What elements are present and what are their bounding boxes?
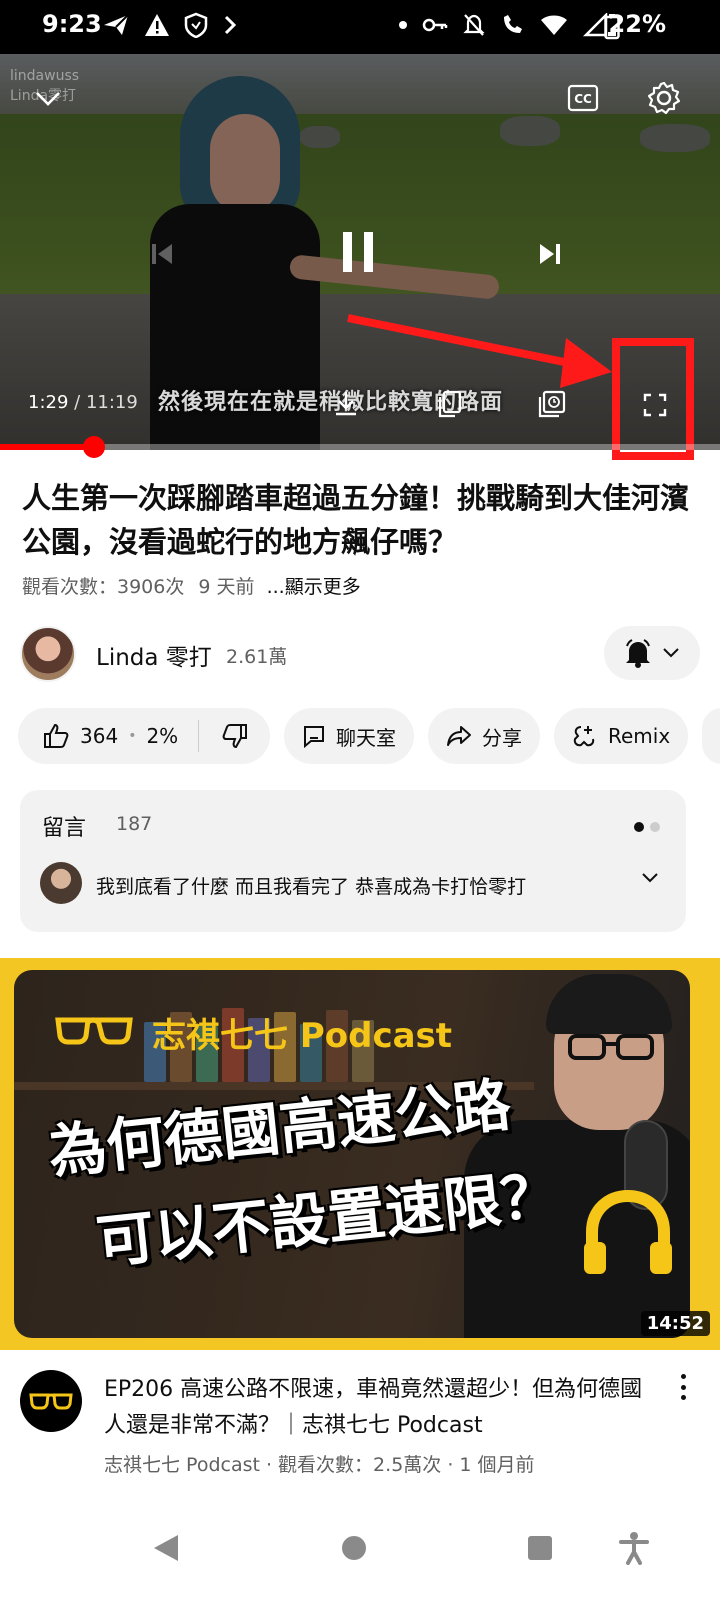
next-video-thumbnail[interactable]: 志祺七七 Podcast 為何德國高速公路 可以不設置速限？ 14:52: [0, 958, 720, 1350]
pause-icon: [343, 232, 373, 272]
share-label: 分享: [482, 725, 522, 750]
dot-icon: [399, 21, 407, 29]
glasses-logo-icon: [29, 1393, 73, 1410]
upload-age: 9 天前: [198, 576, 255, 598]
minimize-button[interactable]: [30, 84, 66, 114]
bell-icon: [626, 639, 650, 668]
settings-icon: [647, 81, 681, 115]
clip-button[interactable]: [434, 388, 466, 420]
home-circle-icon: [342, 1536, 366, 1560]
nav-home-button[interactable]: [330, 1524, 378, 1572]
remix-button[interactable]: Remix: [554, 708, 689, 764]
previous-icon: [152, 244, 172, 264]
wifi-call-icon: [504, 15, 522, 33]
chat-button[interactable]: 聊天室: [284, 708, 414, 764]
recents-square-icon: [528, 1536, 552, 1560]
total-duration: / 11:19: [74, 392, 138, 413]
remix-icon: [573, 726, 595, 747]
accessibility-button[interactable]: [610, 1524, 658, 1572]
like-dislike-pill: 364 • 2%: [18, 708, 270, 764]
cc-icon: CC: [567, 84, 599, 112]
svg-text:CC: CC: [574, 92, 592, 106]
thumbs-up-icon[interactable]: [42, 722, 70, 750]
status-time: 9:23: [42, 10, 102, 38]
back-triangle-icon: [154, 1535, 178, 1561]
progress-fill: [0, 444, 95, 450]
download-button[interactable]: [330, 388, 362, 420]
expand-comments-button[interactable]: [640, 870, 660, 889]
previous-button[interactable]: [142, 234, 182, 274]
next-button[interactable]: [530, 234, 570, 274]
chevron-down-icon: [36, 92, 60, 106]
next-icon: [540, 244, 560, 264]
share-icon: [447, 726, 471, 746]
channel-name[interactable]: Linda 零打: [96, 638, 212, 672]
video-progress-bar[interactable]: [0, 436, 720, 458]
video-time: 1:29 / 11:19: [28, 392, 138, 413]
top-comment-text: 我到底看了什麼 而且我看完了 恭喜成為卡打恰零打: [96, 876, 527, 898]
chevron-right-icon: [224, 15, 237, 35]
playlist-clock-icon: [538, 390, 566, 418]
bell-off-icon: [463, 14, 485, 36]
chat-label: 聊天室: [336, 725, 396, 750]
channel-row[interactable]: Linda 零打 2.61萬: [20, 626, 700, 682]
share-button[interactable]: 分享: [428, 708, 540, 764]
glasses-logo-icon: [55, 1017, 133, 1045]
next-video-meta: 志祺七七 Podcast · 觀看次數：2.5萬次 · 1 個月前: [104, 1454, 535, 1476]
like-count[interactable]: 364: [80, 724, 118, 748]
system-navigation-bar: [0, 1496, 720, 1600]
next-video-more-button[interactable]: [672, 1374, 694, 1400]
pause-button[interactable]: [330, 224, 386, 280]
video-meta[interactable]: 觀看次數：3906次 9 天前 ...顯示更多: [22, 572, 361, 599]
video-duration-badge: 14:52: [640, 1311, 710, 1336]
comments-count: 187: [116, 813, 153, 835]
chevron-down-icon: [642, 873, 658, 883]
subscriber-count: 2.61萬: [226, 646, 288, 668]
view-count: 觀看次數：3906次: [22, 576, 185, 598]
settings-button[interactable]: [644, 78, 684, 118]
current-time: 1:29: [28, 392, 69, 413]
save-to-playlist-button[interactable]: [536, 388, 568, 420]
next-video-title[interactable]: EP206 高速公路不限速，車禍竟然還超少！但為何德國人還是非常不滿？｜志祺七七…: [104, 1372, 664, 1444]
chevron-down-icon: [663, 648, 679, 658]
next-video-channel-avatar[interactable]: [20, 1370, 82, 1432]
progress-scrubber[interactable]: [83, 436, 106, 458]
notification-bell-button[interactable]: [604, 626, 700, 680]
accessibility-icon: [619, 1532, 649, 1565]
show-more-link[interactable]: ...顯示更多: [267, 576, 361, 598]
key-icon: [422, 18, 448, 32]
like-ratio: 2%: [146, 724, 179, 748]
comments-pager: [634, 822, 660, 832]
send-icon: [104, 14, 129, 35]
nav-recents-button[interactable]: [516, 1524, 564, 1572]
host-glasses: [568, 1034, 654, 1060]
captions-button[interactable]: CC: [564, 80, 602, 116]
comments-section[interactable]: 留言 187 我到底看了什麼 而且我看完了 恭喜成為卡打恰零打: [20, 790, 686, 932]
thumbs-down-icon[interactable]: [221, 722, 249, 750]
battery-percent: 22%: [608, 10, 666, 38]
action-bar: 364 • 2% 聊天室 分享 Remix: [18, 708, 720, 764]
annotation-highlight-box: [612, 338, 694, 460]
headphones-icon: [584, 1189, 672, 1274]
channel-avatar[interactable]: [20, 626, 76, 682]
commenter-avatar: [40, 862, 82, 904]
remix-label: Remix: [608, 724, 671, 748]
comments-label: 留言: [42, 816, 87, 841]
copy-icon: [438, 390, 462, 418]
shield-icon: [184, 12, 208, 38]
thumbnail-brand: 志祺七七 Podcast: [152, 1016, 453, 1056]
chat-icon: [304, 726, 324, 748]
nav-back-button[interactable]: [142, 1524, 190, 1572]
status-bar: 9:23 22%: [0, 0, 720, 54]
download-icon: [336, 392, 356, 416]
video-title[interactable]: 人生第一次踩腳踏車超過五分鐘！挑戰騎到大佳河濱公園，沒看過蛇行的地方飆仔嗎？: [22, 476, 692, 564]
warning-icon: [145, 14, 169, 36]
more-actions-button[interactable]: [702, 708, 720, 764]
wifi-icon: [541, 15, 567, 35]
